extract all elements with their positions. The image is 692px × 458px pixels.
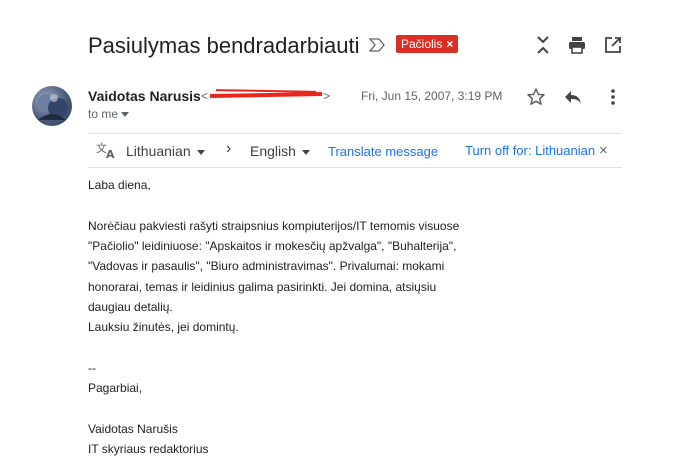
label-chip-text: Pačiolis <box>401 37 443 51</box>
chevron-down-icon <box>301 149 310 155</box>
turn-off-translation-link[interactable]: Turn off for: Lithuanian <box>465 143 595 158</box>
source-language-select[interactable]: Lithuanian <box>126 143 205 159</box>
importance-marker-icon[interactable] <box>369 38 385 52</box>
translate-bar-divider-top <box>88 133 622 134</box>
target-language-label: English <box>250 143 296 159</box>
sender-avatar[interactable] <box>32 86 72 126</box>
chevron-down-icon <box>196 149 205 155</box>
avatar-image-icon <box>38 94 68 120</box>
email-body-line: Laba diena, <box>88 178 151 192</box>
close-translate-bar-icon[interactable]: × <box>599 142 608 159</box>
label-chip[interactable]: Pačiolis × <box>396 35 459 53</box>
email-body-line: "Pačiolio" leidiniuose: "Apskaitos ir mo… <box>88 238 457 253</box>
sender-email-open: < <box>201 89 209 103</box>
email-date: Fri, Jun 15, 2007, 3:19 PM <box>361 89 503 103</box>
more-vert-icon[interactable] <box>603 87 623 107</box>
recipient-label: to me <box>88 107 119 121</box>
reply-icon[interactable] <box>563 87 583 107</box>
email-body-line: Norėčiau pakviesti rašyti straipsnius ko… <box>88 218 460 233</box>
email-body-line: IT skyriaus redaktorius <box>88 441 209 456</box>
svg-text:A: A <box>106 148 115 159</box>
email-body-line: -- <box>88 360 96 375</box>
open-new-window-icon[interactable] <box>603 35 623 55</box>
label-remove-icon[interactable]: × <box>446 37 453 51</box>
sender-email-close: > <box>323 89 331 103</box>
recipient-details[interactable]: to me <box>88 107 130 121</box>
arrow-right-icon: › <box>226 140 232 157</box>
email-subject: Pasiulymas bendradarbiauti <box>88 33 360 58</box>
translate-bar-divider-bottom <box>88 167 622 168</box>
expand-collapse-icon[interactable] <box>533 35 553 55</box>
email-body-line: Lauksiu žinutės, jei domintų. <box>88 320 239 335</box>
email-body-line: Vaidotas Narušis <box>88 421 178 436</box>
source-language-label: Lithuanian <box>126 143 191 159</box>
email-body-line: Pagarbiai, <box>88 381 143 395</box>
translate-icon: 文 A <box>96 141 115 159</box>
target-language-select[interactable]: English <box>250 143 310 159</box>
email-body-line: "Vadovas ir pasaulis", "Biuro administra… <box>88 259 445 274</box>
sender-name[interactable]: Vaidotas Narusis <box>88 88 201 104</box>
redaction-mark <box>209 92 323 98</box>
email-body-line: daugiau detalių. <box>88 299 173 314</box>
chevron-down-icon <box>121 112 130 118</box>
print-icon[interactable] <box>567 35 587 55</box>
star-icon[interactable] <box>526 87 546 107</box>
email-body-line: honorarai, temas ir leidinius galima pas… <box>88 279 437 294</box>
translate-message-link[interactable]: Translate message <box>328 144 438 159</box>
